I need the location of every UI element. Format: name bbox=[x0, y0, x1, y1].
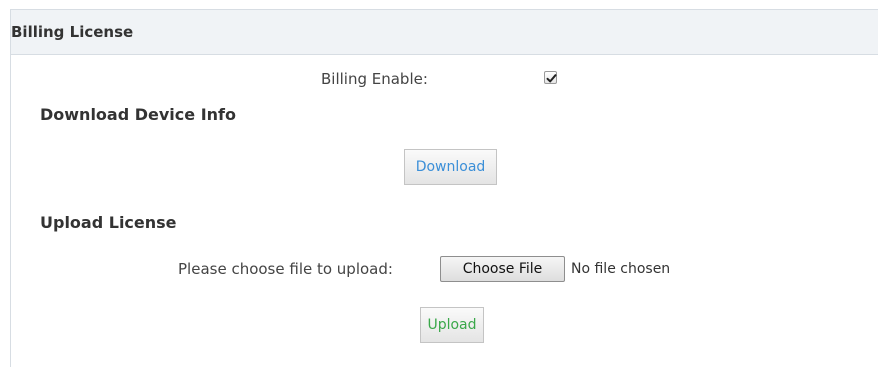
choose-file-button[interactable]: Choose File bbox=[440, 256, 565, 282]
checkmark-icon bbox=[546, 74, 557, 83]
panel-header: Billing License bbox=[11, 10, 878, 55]
download-button[interactable]: Download bbox=[404, 149, 497, 185]
file-upload-prompt: Please choose file to upload: bbox=[178, 260, 393, 278]
upload-section-title: Upload License bbox=[40, 213, 177, 232]
billing-enable-label: Billing Enable: bbox=[321, 70, 428, 88]
billing-enable-checkbox[interactable] bbox=[544, 71, 557, 84]
panel-title: Billing License bbox=[11, 23, 134, 41]
file-status-text: No file chosen bbox=[571, 261, 671, 277]
upload-button[interactable]: Upload bbox=[420, 307, 484, 343]
download-section-title: Download Device Info bbox=[40, 105, 236, 124]
